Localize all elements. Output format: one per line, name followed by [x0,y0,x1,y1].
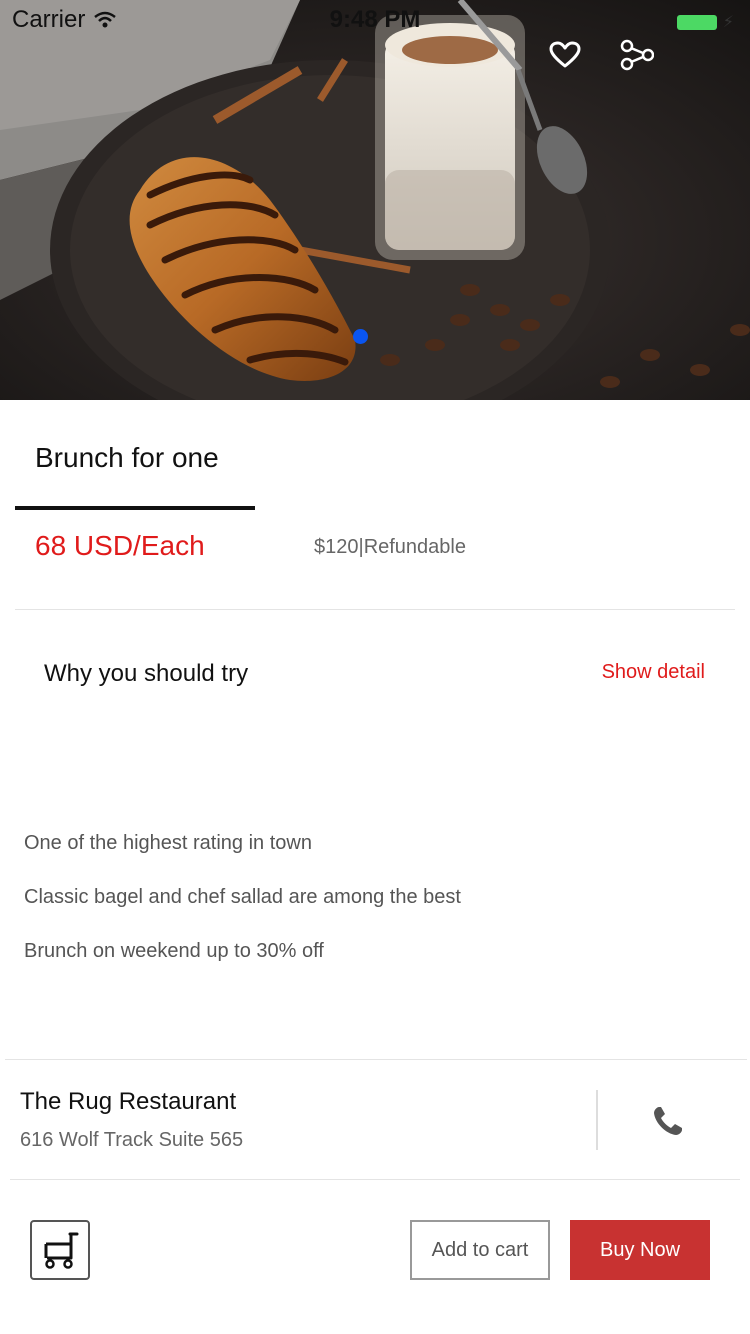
battery-indicator: ⚡ [676,12,734,32]
product-title: Brunch for one [35,442,219,473]
status-bar: Carrier 9:48 PM ⚡ [0,0,750,40]
divider [10,1179,740,1180]
call-button[interactable] [645,1098,691,1144]
share-icon [620,39,654,71]
divider [15,609,735,610]
vertical-divider [596,1090,598,1150]
highlights-list: One of the highest rating in town Classi… [24,830,461,992]
add-to-cart-button[interactable]: Add to cart [410,1220,550,1280]
share-button[interactable] [620,38,654,72]
battery-icon [676,14,717,30]
product-title-tab: Brunch for one [15,420,255,510]
list-item: Classic bagel and chef sallad are among … [24,886,461,908]
list-item: Brunch on weekend up to 30% off [24,940,324,962]
carousel-dot-active[interactable] [353,329,368,344]
buy-now-button[interactable]: Buy Now [570,1220,710,1280]
why-section-title: Why you should try [44,660,249,687]
charging-icon: ⚡ [722,14,734,31]
status-time: 9:48 PM [329,6,421,33]
original-price-refundable: $120|Refundable [314,536,466,558]
hero-actions [548,38,654,72]
product-detail-screen: Carrier 9:48 PM ⚡ Brunch for one 68 USD/… [0,0,750,1334]
product-price: 68 USD/Each [35,530,205,561]
cart-icon [44,1232,79,1269]
show-detail-link[interactable]: Show detail [602,661,705,684]
restaurant-name: The Rug Restaurant [20,1088,237,1115]
carousel-indicator[interactable] [353,329,368,344]
favorite-button[interactable] [548,38,582,72]
hero-image: Carrier 9:48 PM ⚡ [0,0,750,400]
divider [5,1059,747,1060]
list-item: One of the highest rating in town [24,832,312,854]
restaurant-address: 616 Wolf Track Suite 565 [20,1129,244,1151]
cart-button[interactable] [30,1220,90,1280]
phone-icon [654,1107,682,1135]
heart-icon [549,41,581,68]
